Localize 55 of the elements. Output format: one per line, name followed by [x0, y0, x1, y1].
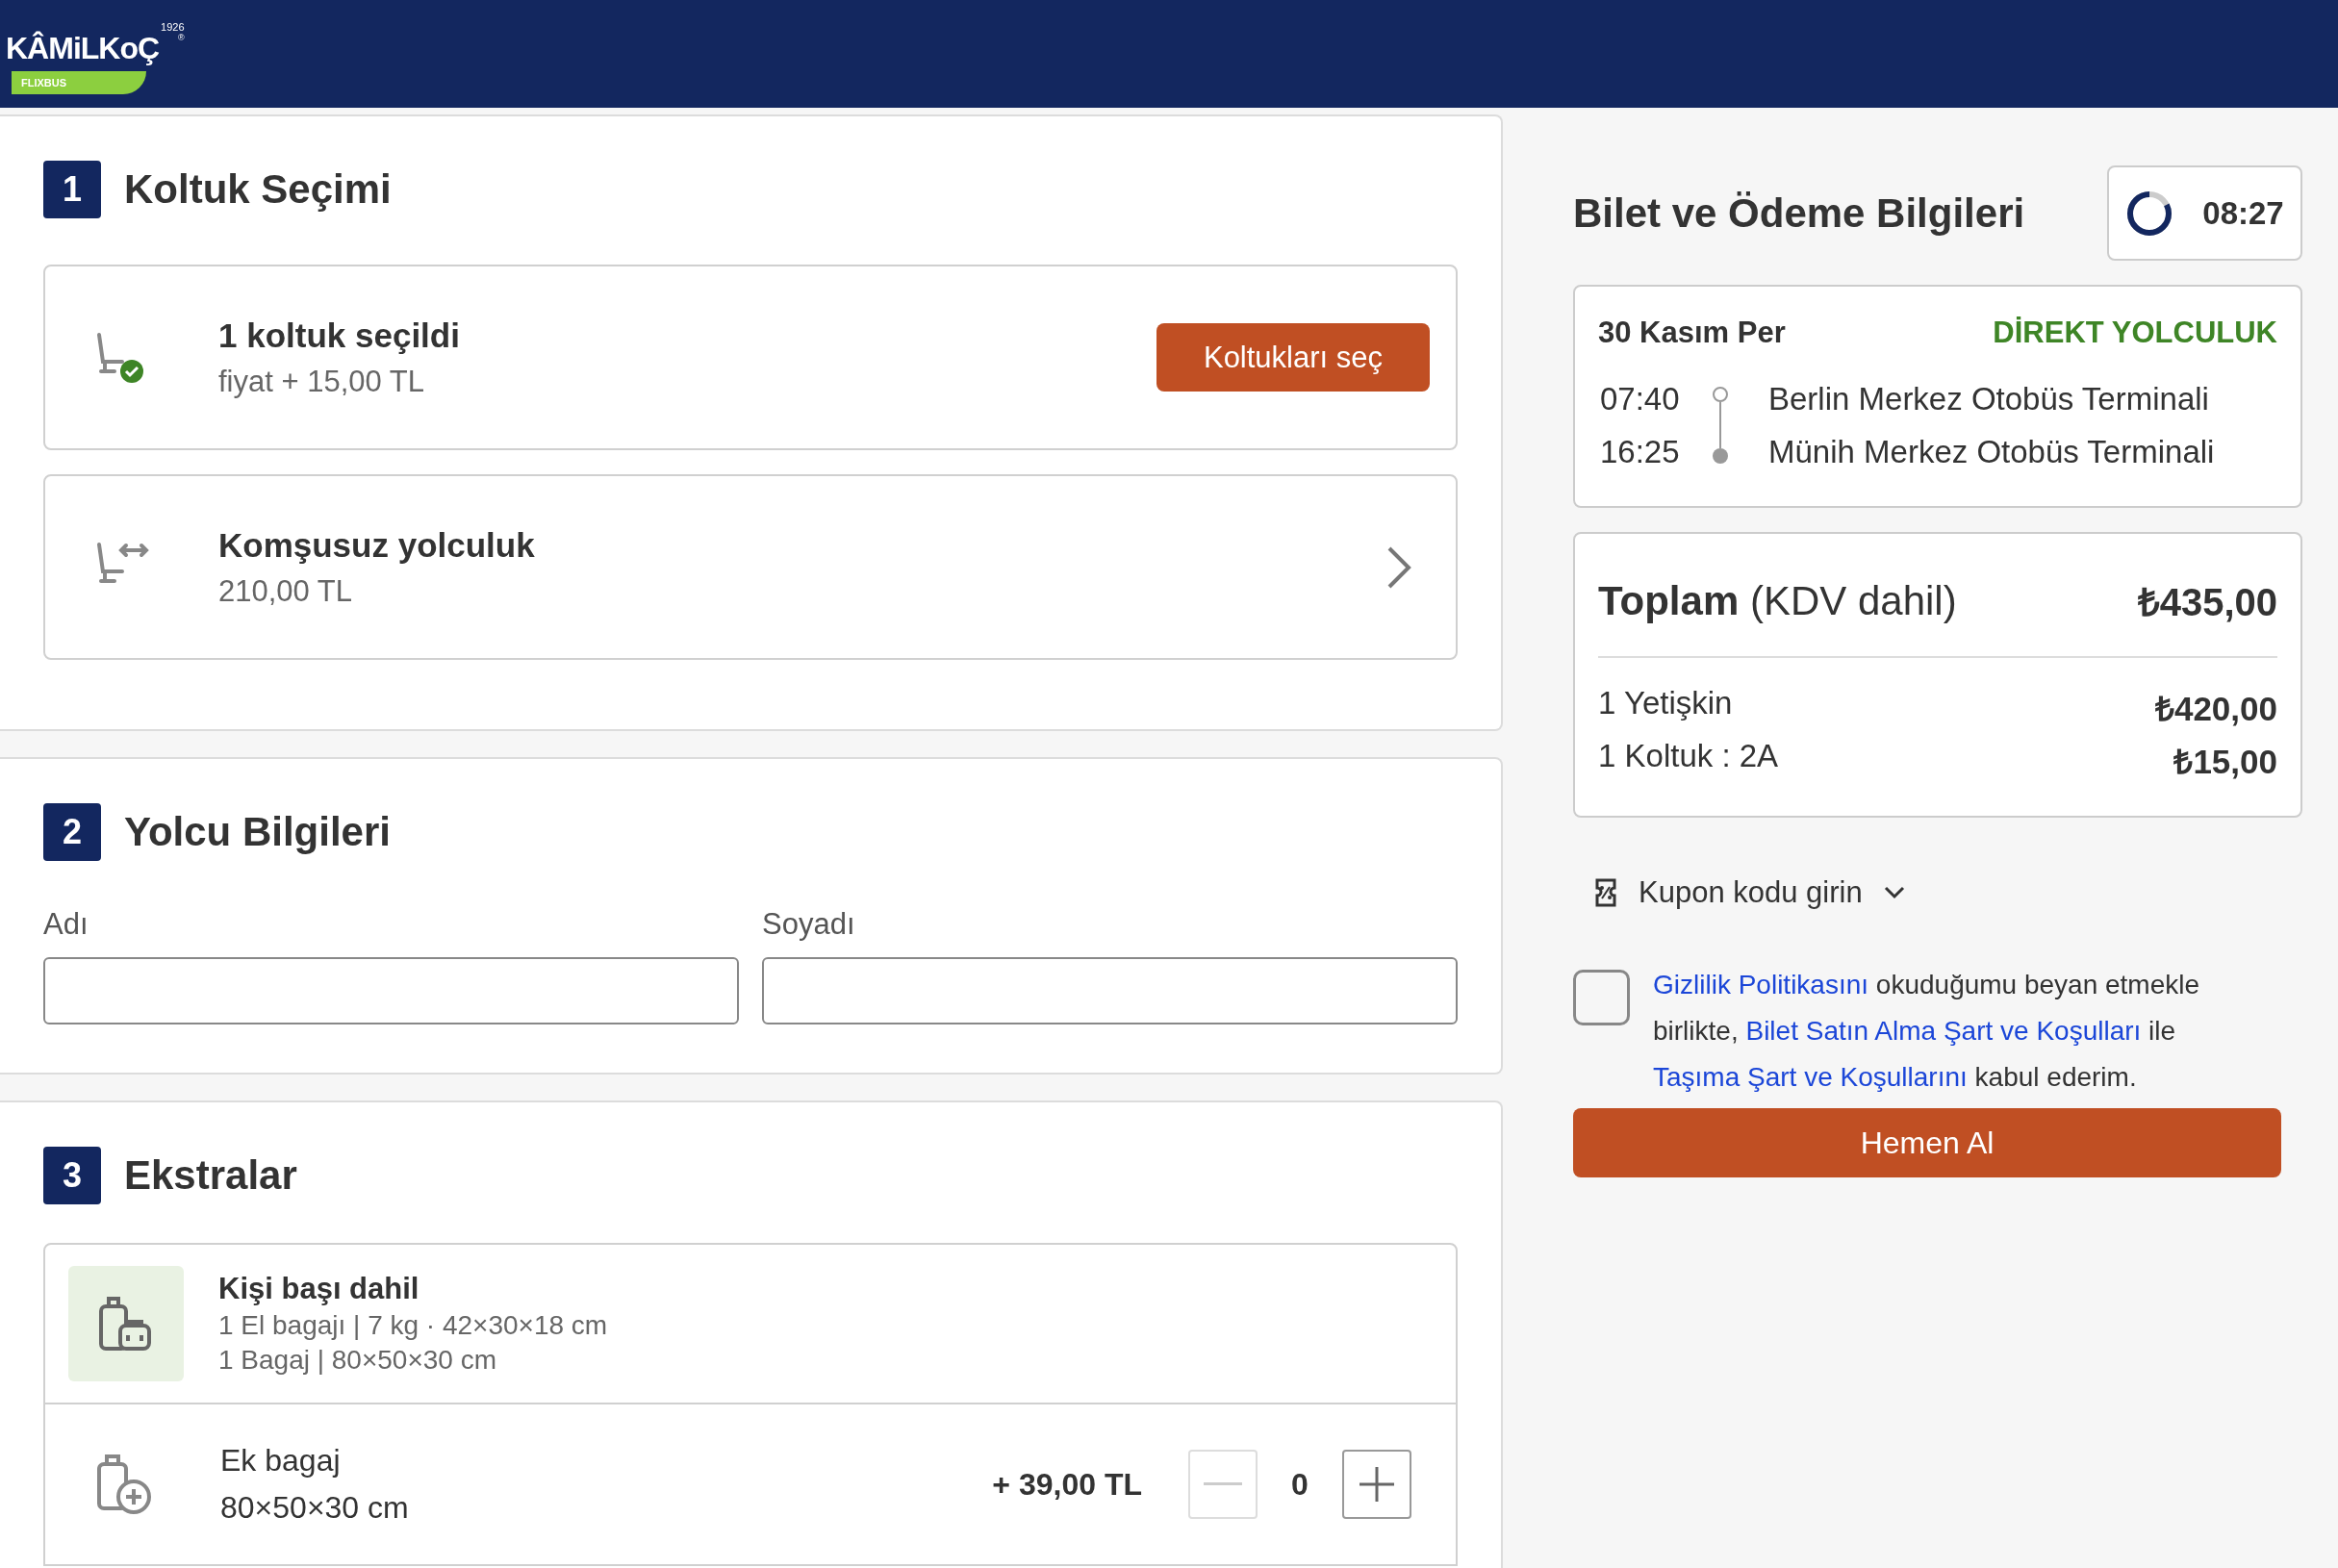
section-title: Koltuk Seçimi [124, 166, 392, 213]
select-seats-button[interactable]: Koltukları seç [1156, 323, 1430, 392]
coupon-icon [1594, 877, 1617, 908]
countdown-time: 08:27 [2202, 194, 2284, 232]
included-item: 1 El bagajı | 7 kg · 42×30×18 cm [218, 1310, 608, 1341]
summary-title: Bilet ve Ödeme Bilgileri [1573, 190, 2025, 237]
option-price: 210,00 TL [218, 573, 354, 609]
minus-icon [1204, 1482, 1242, 1486]
total-amount: ₺435,00 [2137, 580, 2277, 625]
step-number-badge: 2 [43, 803, 101, 861]
addon-title: Ek bagaj [220, 1443, 342, 1479]
logo[interactable]: KÂMiLKoÇ 1926 ® FLIXBUS [6, 13, 185, 94]
included-item: 1 Bagaj | 80×50×30 cm [218, 1345, 498, 1376]
field-label: Adı [43, 907, 89, 942]
text-input[interactable] [43, 957, 739, 1024]
option-title: Komşusuz yolculuk [218, 525, 536, 565]
terms-link[interactable]: Bilet Satın Alma Şart ve Koşulları [1745, 1016, 2142, 1046]
total-label: Toplam (KDV dahil) [1598, 577, 1957, 624]
field-label: Soyadı [762, 907, 856, 942]
included-title: Kişi başı dahil [218, 1272, 420, 1306]
increase-button[interactable] [1342, 1450, 1411, 1519]
line-item-label: 1 Yetişkin [1598, 685, 1733, 722]
line-item-label: 1 Koltuk : 2A [1598, 738, 1779, 775]
addon-price: + 39,00 TL [992, 1466, 1142, 1503]
option-price: fiyat + 15,00 TL [218, 364, 425, 399]
option-title: 1 koltuk seçildi [218, 316, 461, 355]
step-number-badge: 1 [43, 161, 101, 218]
consent-checkbox[interactable] [1573, 970, 1630, 1025]
stop-name: Berlin Merkez Otobüs Terminali [1768, 380, 2210, 417]
partner-label: FLIXBUS [12, 71, 146, 94]
stop-time: 07:40 [1599, 380, 1681, 417]
direct-trip-label: DİREKT YOLCULUK [1993, 316, 2277, 350]
quantity-value: 0 [1290, 1466, 1309, 1503]
caret-icon [1883, 886, 1905, 899]
line-item-amount: ₺15,00 [2173, 742, 2277, 782]
registered-mark: ® [177, 33, 185, 42]
seat-option-card[interactable]: Komşusuz yolculuk 210,00 TL [43, 474, 1458, 660]
plus-icon [1358, 1465, 1396, 1504]
logo-wordmark: KÂMiLKoÇ [6, 30, 160, 67]
text-input[interactable] [762, 957, 1458, 1024]
trip-date: 30 Kasım Per [1598, 316, 1786, 350]
terms-link[interactable]: Gizlilik Politikasını [1653, 970, 1869, 999]
logo-year: 1926 [161, 21, 185, 33]
stop-name: Münih Merkez Otobüs Terminali [1768, 433, 2216, 470]
section-title: Ekstralar [124, 1152, 297, 1199]
countdown-ring-icon [2125, 189, 2174, 238]
section-title: Yolcu Bilgileri [124, 809, 391, 855]
terms-link[interactable]: Taşıma Şart ve Koşullarını [1653, 1062, 1968, 1092]
step-number-badge: 3 [43, 1147, 101, 1204]
addon-size: 80×50×30 cm [220, 1490, 410, 1526]
stop-time: 16:25 [1599, 433, 1681, 470]
buy-now-button[interactable]: Hemen Al [1573, 1108, 2281, 1177]
coupon-toggle[interactable]: Kupon kodu girin [1594, 875, 1905, 910]
line-item-amount: ₺420,00 [2154, 689, 2277, 729]
consent-text: Gizlilik Politikasını okuduğumu beyan etmekle birlikte, Bilet Satın Alma Şart ve Koşulları ile Taşıma Şart ve Koşullarını kabul ederim. [1653, 969, 2201, 1094]
